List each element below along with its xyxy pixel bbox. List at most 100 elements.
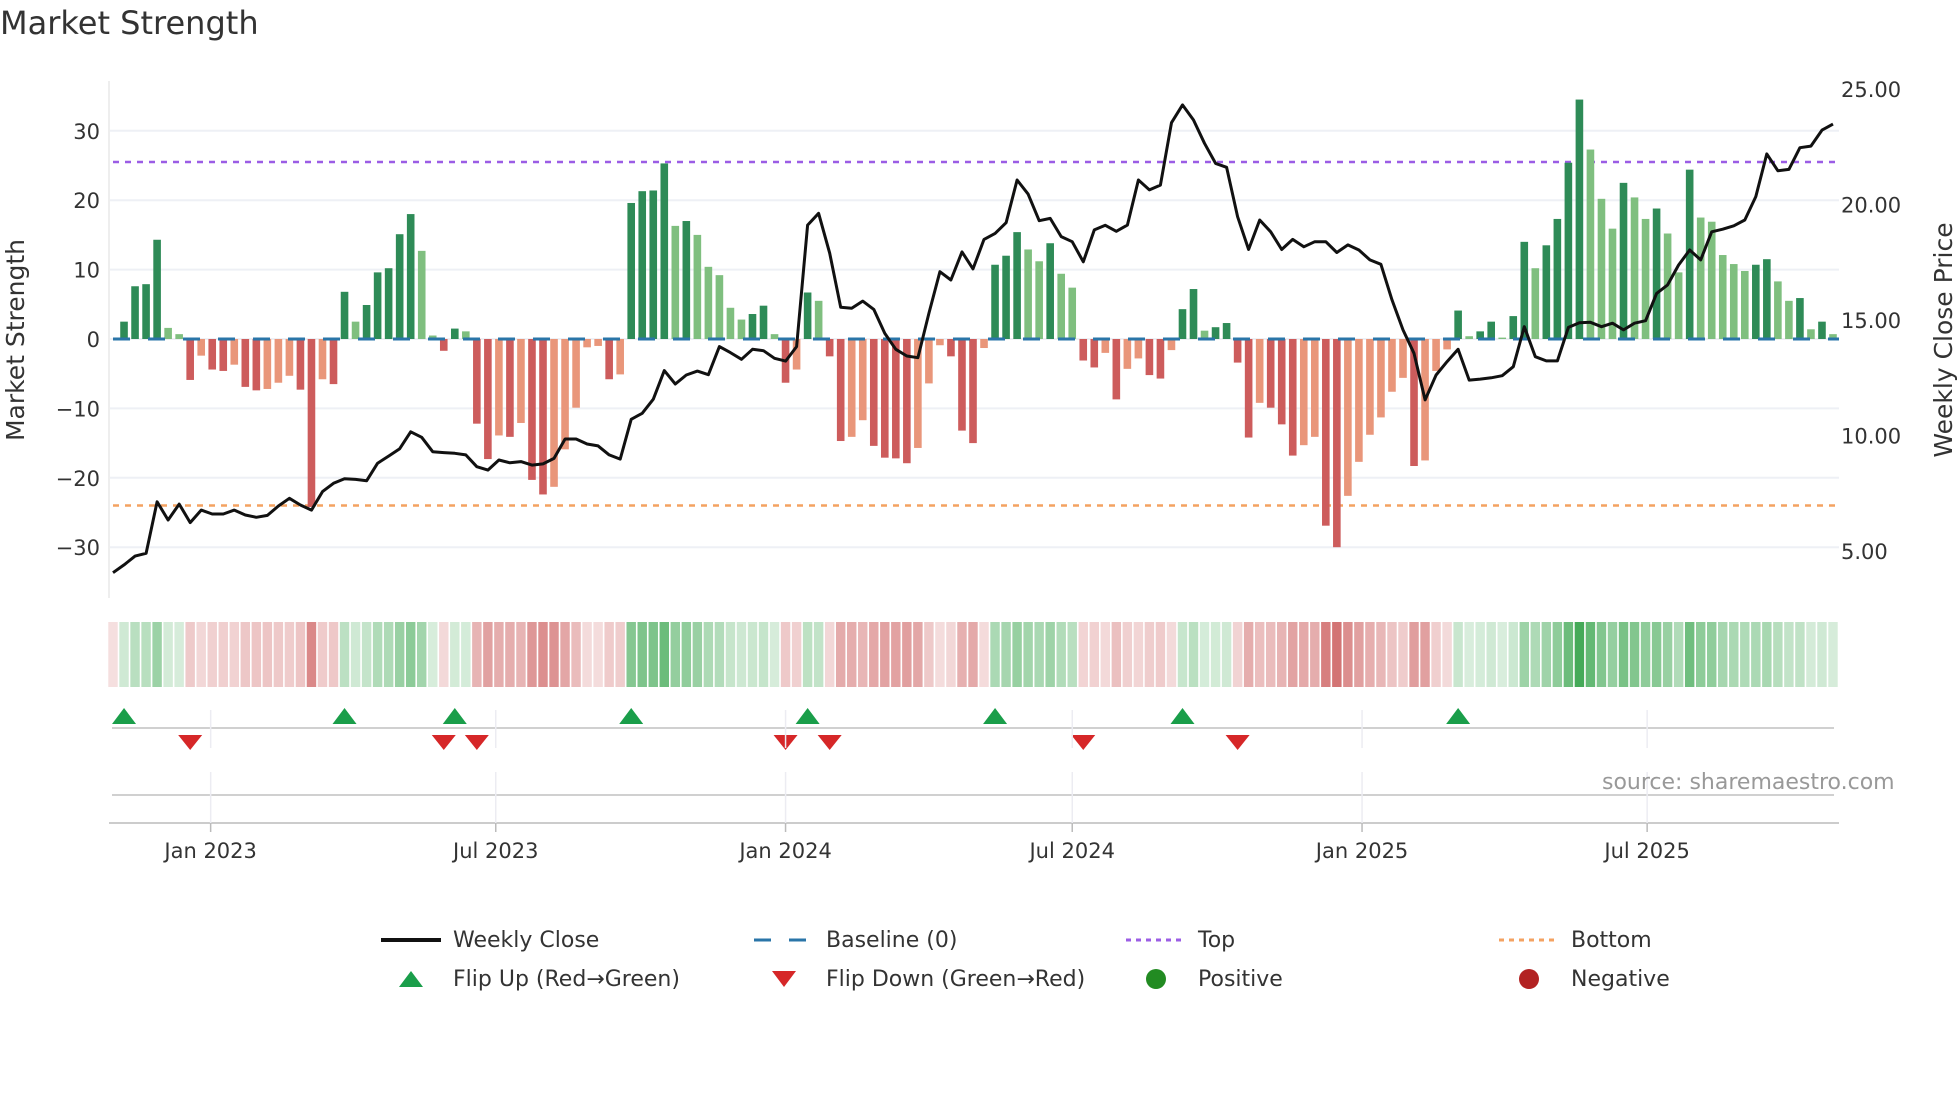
heat-cell (439, 622, 449, 687)
heat-cell (1651, 622, 1662, 687)
heat-cell (483, 622, 493, 687)
heat-cell (240, 622, 251, 687)
strength-bar (936, 339, 944, 346)
legend-bottom: Bottom (1499, 925, 1652, 955)
dash-swatch-icon (754, 925, 814, 955)
heat-cell (1343, 622, 1353, 687)
heat-cell (902, 622, 912, 687)
strength-bar (1597, 198, 1606, 339)
strength-bar (1068, 287, 1077, 339)
heat-cell (152, 622, 162, 687)
heat-cell (990, 622, 1000, 687)
legend-top: Top (1126, 925, 1235, 955)
flip-up-marker (1446, 708, 1471, 724)
strength-bar (506, 339, 514, 437)
strength-bar (307, 339, 316, 507)
y2-tick-label: 20.00 (1841, 194, 1901, 218)
strength-bar (1002, 255, 1010, 339)
heat-cell (1486, 622, 1496, 687)
strength-bar (759, 305, 768, 339)
heat-cell (450, 622, 460, 687)
strength-bar (318, 339, 327, 380)
heat-cell (1001, 622, 1011, 687)
heat-cell (339, 622, 350, 687)
heat-cell (1629, 622, 1640, 687)
strength-bar (384, 268, 393, 339)
strength-bar (748, 314, 757, 339)
heat-cell (1067, 622, 1077, 687)
strength-bar (1079, 339, 1088, 361)
strength-bar (417, 250, 426, 339)
heat-cell (1773, 622, 1783, 687)
source-note: source: sharemaestro.com (1602, 770, 1895, 795)
axes: 30 20 10 0 −10 −20 −30 25.00 20.00 15.00 10.00 5.00… (1, 78, 1958, 863)
strength-bar (1586, 149, 1595, 339)
flip-up-marker (112, 708, 137, 724)
strength-bar (847, 339, 856, 437)
heat-cell (1277, 622, 1287, 687)
strength-bar (539, 339, 547, 495)
heat-cell (1695, 622, 1706, 687)
flip-up-marker (619, 708, 644, 724)
heat-cell (1310, 622, 1320, 687)
strength-bar (1222, 323, 1231, 339)
heat-cell (1662, 622, 1673, 687)
flip-up-marker (442, 708, 467, 724)
heat-cell (119, 622, 129, 687)
strength-bar (142, 284, 150, 339)
heat-cell (516, 622, 526, 687)
heat-cell (1552, 622, 1563, 687)
strength-bar (1498, 337, 1507, 339)
heat-cell (891, 622, 901, 687)
strength-bar (373, 272, 382, 339)
strength-bar (1167, 339, 1176, 351)
heat-cell (681, 622, 692, 687)
flip-down-marker (1225, 735, 1250, 750)
heat-cell (549, 622, 559, 687)
heat-cell (1817, 622, 1827, 687)
strength-bar (1266, 339, 1275, 408)
heat-cell (1199, 622, 1210, 687)
heat-cell (1431, 622, 1441, 687)
strength-bar (825, 339, 834, 357)
heat-cell (869, 622, 879, 687)
heat-cell (1530, 622, 1541, 687)
heat-cell (1089, 622, 1099, 687)
strength-bar (1509, 316, 1518, 339)
strength-bar (1322, 339, 1330, 526)
flip-down-marker (1071, 735, 1096, 750)
strength-bar (627, 202, 636, 339)
heat-cell (306, 622, 317, 687)
strength-bar (517, 339, 525, 423)
strength-bar (616, 339, 624, 375)
heat-cell (273, 622, 284, 687)
heat-cell (1673, 622, 1684, 687)
strength-bar (1564, 162, 1573, 339)
flip-up-marker (983, 708, 1008, 724)
strength-bar (362, 304, 371, 339)
heat-cell (1232, 622, 1243, 687)
strength-bar (682, 221, 691, 339)
strength-bar (1774, 281, 1782, 339)
strength-bar (1796, 298, 1804, 339)
strength-bar (1520, 241, 1529, 339)
strength-bar (1553, 218, 1562, 339)
strength-bar (892, 339, 900, 459)
heat-cell (957, 622, 967, 687)
heat-cell (1100, 622, 1111, 687)
strength-bar (395, 234, 404, 339)
y2-axis-title: Weekly Close Price (1929, 222, 1958, 457)
heat-cell (1409, 622, 1419, 687)
heat-cell (1122, 622, 1133, 687)
strength-bar (1013, 232, 1021, 339)
heat-cell (670, 622, 681, 687)
strength-bar (1432, 339, 1440, 371)
circle-green-icon (1126, 964, 1186, 994)
strength-bar (208, 339, 217, 370)
strength-bar (340, 291, 349, 339)
heat-cell (1398, 622, 1408, 687)
heat-cell (1288, 622, 1298, 687)
circle-red-icon (1499, 964, 1559, 994)
heat-cell (1376, 622, 1386, 687)
legend-positive: Positive (1126, 964, 1283, 994)
